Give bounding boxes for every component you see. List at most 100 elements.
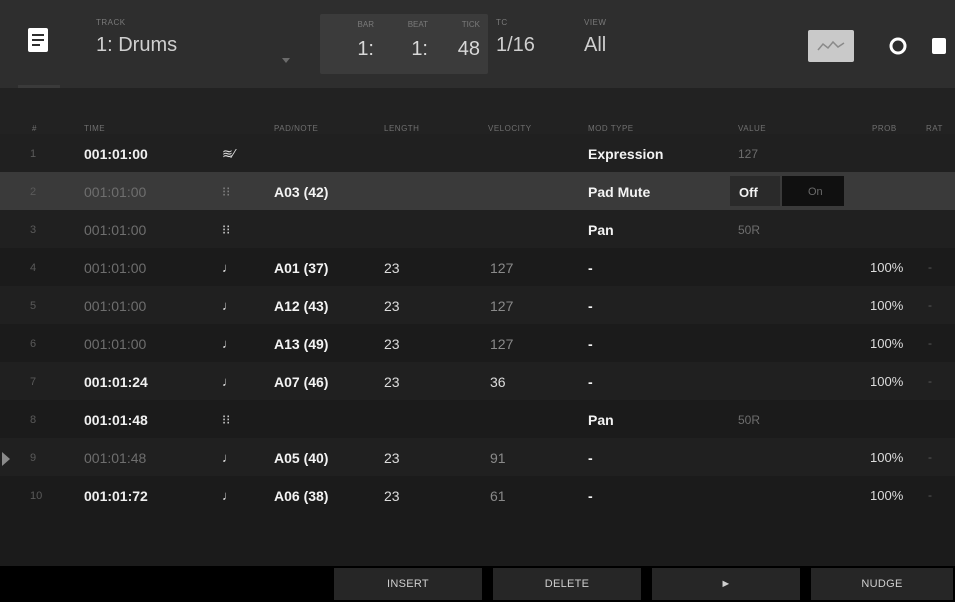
note-icon: ♩ xyxy=(222,450,235,465)
track-selector[interactable]: TRACK 1: Drums xyxy=(96,18,306,57)
table-row[interactable]: 8 001:01:48 ⁝⁝ Pan 50R xyxy=(0,400,955,438)
pad-mute-off-toggle[interactable]: Off xyxy=(730,176,780,206)
row-time: 001:01:48 xyxy=(84,412,148,428)
row-rat: - xyxy=(928,336,932,350)
tick-value: 48 xyxy=(457,38,480,60)
nudge-button[interactable]: NUDGE xyxy=(811,568,953,600)
row-mod-type: - xyxy=(588,298,593,314)
note-icon: ♩ xyxy=(222,336,235,351)
row-mod-type: - xyxy=(588,450,593,466)
table-row[interactable]: 7 001:01:24 ♩ A07 (46) 23 36 - 100% - xyxy=(0,362,955,400)
row-number: 5 xyxy=(30,300,37,312)
row-time: 001:01:24 xyxy=(84,374,148,390)
chevron-down-icon[interactable] xyxy=(282,58,290,63)
beat-field[interactable]: BEAT 1: xyxy=(384,20,428,61)
stop-icon[interactable] xyxy=(932,38,946,54)
table-row[interactable]: 10 001:01:72 ♩ A06 (38) 23 61 - 100% - xyxy=(0,476,955,514)
automation-icon: ≋⁄ xyxy=(222,146,236,161)
col-velocity: VELOCITY xyxy=(488,124,532,133)
list-menu-icon[interactable] xyxy=(26,26,50,54)
row-mod-type: - xyxy=(588,374,593,390)
note-icon: ♩ xyxy=(222,488,235,503)
row-rat: - xyxy=(928,298,932,312)
position-display[interactable]: BAR 1: BEAT 1: TICK 48 xyxy=(320,14,488,74)
row-rat: - xyxy=(928,450,932,464)
row-number: 9 xyxy=(30,452,37,464)
play-button[interactable]: ► xyxy=(652,568,800,600)
pad-event-icon: ⁝⁝ xyxy=(222,412,231,427)
row-mod-type: Pan xyxy=(588,412,614,428)
view-value: All xyxy=(584,34,607,56)
row-time: 001:01:72 xyxy=(84,488,148,504)
row-mod-type: - xyxy=(588,336,593,352)
row-number: 8 xyxy=(30,414,37,426)
playhead-marker-icon xyxy=(2,452,10,466)
row-pad-note: A13 (49) xyxy=(274,336,329,352)
row-time: 001:01:00 xyxy=(84,260,147,276)
insert-button[interactable]: INSERT xyxy=(334,568,482,600)
delete-button[interactable]: DELETE xyxy=(493,568,641,600)
row-pad-note: A05 (40) xyxy=(274,450,329,466)
row-mod-type: - xyxy=(588,488,593,504)
beat-label: BEAT xyxy=(407,20,428,29)
row-velocity: 127 xyxy=(490,298,514,314)
bar-field[interactable]: BAR 1: xyxy=(334,20,374,61)
waveform-icon[interactable] xyxy=(808,30,854,62)
note-icon: ♩ xyxy=(222,374,235,389)
row-mod-type: Pad Mute xyxy=(588,184,651,200)
row-value: 50R xyxy=(738,223,761,237)
row-time: 001:01:00 xyxy=(84,146,148,162)
row-pad-note: A06 (38) xyxy=(274,488,329,504)
row-number: 4 xyxy=(30,262,37,274)
row-pad-note: A03 (42) xyxy=(274,184,329,200)
bar-label: BAR xyxy=(357,20,374,29)
col-value: VALUE xyxy=(738,124,767,133)
view-selector[interactable]: VIEW All xyxy=(584,18,704,57)
row-rat: - xyxy=(928,488,932,502)
col-mod-type: MOD TYPE xyxy=(588,124,634,133)
row-prob: 100% xyxy=(870,298,904,313)
row-mod-type: Expression xyxy=(588,146,664,162)
row-length: 23 xyxy=(384,488,400,504)
table-row[interactable]: 3 001:01:00 ⁝⁝ Pan 50R xyxy=(0,210,955,248)
row-pad-note: A12 (43) xyxy=(274,298,329,314)
tick-label: TICK xyxy=(461,20,480,29)
row-velocity: 36 xyxy=(490,374,506,390)
row-pad-note: A07 (46) xyxy=(274,374,329,390)
note-icon: ♩ xyxy=(222,260,235,275)
row-prob: 100% xyxy=(870,260,904,275)
bar-value: 1: xyxy=(357,38,374,60)
col-length: LENGTH xyxy=(384,124,420,133)
header-bar: TRACK 1: Drums BAR 1: BEAT 1: TICK 48 TC… xyxy=(0,0,955,88)
tc-value: 1/16 xyxy=(496,34,535,56)
table-row[interactable]: 5 001:01:00 ♩ A12 (43) 23 127 - 100% - xyxy=(0,286,955,324)
beat-value: 1: xyxy=(411,38,428,60)
row-velocity: 127 xyxy=(490,260,514,276)
tc-label: TC xyxy=(496,18,508,27)
row-time: 001:01:48 xyxy=(84,450,147,466)
row-velocity: 127 xyxy=(490,336,514,352)
row-prob: 100% xyxy=(870,374,904,389)
table-row[interactable]: 4 001:01:00 ♩ A01 (37) 23 127 - 100% - xyxy=(0,248,955,286)
table-row[interactable]: 9 001:01:48 ♩ A05 (40) 23 91 - 100% - xyxy=(0,438,955,476)
row-rat: - xyxy=(928,260,932,274)
pad-event-icon: ⁝⁝ xyxy=(222,184,231,199)
row-time: 001:01:00 xyxy=(84,336,147,352)
row-length: 23 xyxy=(384,298,400,314)
row-prob: 100% xyxy=(870,488,904,503)
table-row[interactable]: 2 001:01:00 ⁝⁝ A03 (42) Pad Mute Off On xyxy=(0,172,955,210)
row-number: 2 xyxy=(30,186,37,198)
table-row[interactable]: 6 001:01:00 ♩ A13 (49) 23 127 - 100% - xyxy=(0,324,955,362)
pad-mute-on-toggle[interactable]: On xyxy=(782,176,844,206)
tc-selector[interactable]: TC 1/16 xyxy=(496,18,566,57)
view-label: VIEW xyxy=(584,18,607,27)
col-pad-note: PAD/NOTE xyxy=(274,124,319,133)
row-time: 001:01:00 xyxy=(84,222,147,238)
row-prob: 100% xyxy=(870,336,904,351)
col-rat: RAT xyxy=(926,124,943,133)
table-row[interactable]: 1 001:01:00 ≋⁄ Expression 127 xyxy=(0,134,955,172)
tick-field[interactable]: TICK 48 xyxy=(436,20,480,61)
row-number: 3 xyxy=(30,224,37,236)
track-value: 1: Drums xyxy=(96,34,178,56)
gear-icon[interactable] xyxy=(888,36,908,56)
